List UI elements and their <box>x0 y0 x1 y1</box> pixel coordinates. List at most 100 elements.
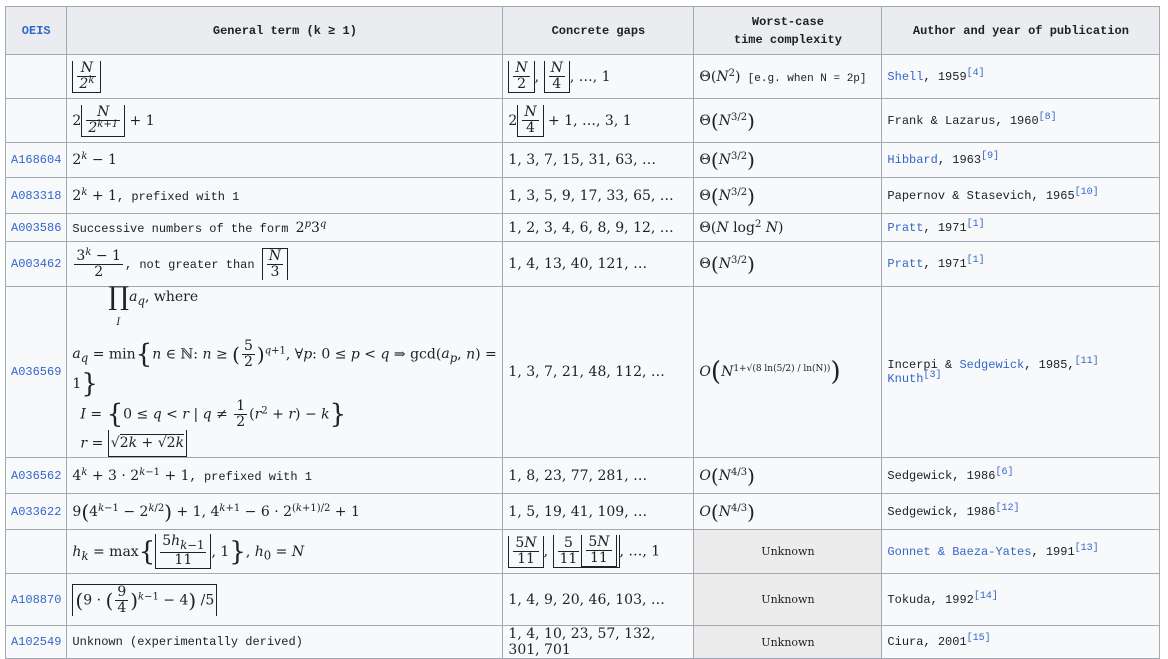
citation-link[interactable]: [13] <box>1075 543 1099 554</box>
header-row: OEIS General term (k ≥ 1) Concrete gaps … <box>4 6 1161 55</box>
gaps-cell: 1, 4, 9, 20, 46, 103, … <box>502 573 695 627</box>
year: , 1991 <box>1031 544 1075 559</box>
citation-link[interactable]: [14] <box>974 591 998 602</box>
header-oeis: OEIS <box>4 6 68 55</box>
citation-link[interactable]: [10] <box>1075 187 1099 198</box>
author-link[interactable]: Pratt <box>887 257 923 271</box>
citation-link[interactable]: [9] <box>981 151 999 162</box>
oeis-cell: A003586 <box>4 213 68 242</box>
general-term-cell: ∏aq, where I aq = min{n ∈ ℕ: n ≥ (5 2)q+1… <box>66 284 504 459</box>
shellsort-gap-sequences-table: OEIS General term (k ≥ 1) Concrete gaps … <box>4 6 1161 659</box>
gaps-cell: 1, 3, 5, 9, 17, 33, 65, … <box>502 177 695 214</box>
complexity-cell: O(N4/3) <box>693 457 883 495</box>
header-author: Author and year of publication <box>881 6 1161 55</box>
year: , 1971 <box>923 220 967 235</box>
author-link[interactable]: Knuth <box>887 372 923 386</box>
table-row: hk = max{5hk−1 11, 1}, h0 = N 5N 11, 5 11 5N… <box>4 529 1161 575</box>
oeis-link[interactable]: A003586 <box>11 221 61 235</box>
complexity-cell: Unknown <box>693 529 883 575</box>
citation-link[interactable]: [15] <box>967 633 991 644</box>
table-row: A083318 2k + 1, prefixed with 1 1, 3, 5,… <box>4 177 1161 214</box>
year: , 1959 <box>923 69 967 84</box>
general-term-cell: 2k − 1 <box>66 142 504 178</box>
author-link[interactable]: Gonnet & Baeza-Yates <box>887 545 1031 559</box>
oeis-link[interactable]: A168604 <box>11 153 61 167</box>
complexity-cell: Θ(N log2 N) <box>693 213 883 242</box>
citation-link[interactable]: [3] <box>923 370 941 381</box>
term-text: Successive numbers of the form <box>72 221 296 236</box>
author-cell: Hibbard, 1963[9] <box>881 142 1161 178</box>
author-cell: Sedgewick, 1986[12] <box>881 493 1161 531</box>
oeis-cell: A036562 <box>4 457 68 495</box>
author-cell: Tokuda, 1992[14] <box>881 573 1161 627</box>
citation-link[interactable]: [4] <box>967 68 985 79</box>
author-link[interactable]: Shell <box>887 70 923 84</box>
gaps-cell: 1, 8, 23, 77, 281, … <box>502 457 695 495</box>
oeis-link[interactable]: A108870 <box>11 593 61 607</box>
author-cell: Incerpi & Sedgewick, 1985,[11] Knuth[3] <box>881 285 1161 459</box>
complexity-note: [e.g. when N = 2p] <box>747 72 867 85</box>
table-row: A102549 Unknown (experimentally derived)… <box>4 625 1161 659</box>
author-name: Sedgewick <box>887 468 953 483</box>
complexity-cell: Θ(N2) [e.g. when N = 2p] <box>693 54 883 99</box>
oeis-link[interactable]: A036562 <box>11 469 61 483</box>
header-concrete-gaps: Concrete gaps <box>502 6 695 55</box>
gaps-cell: 1, 2, 3, 4, 6, 8, 9, 12, … <box>502 213 695 242</box>
oeis-link[interactable]: A033622 <box>11 505 61 519</box>
general-term-cell: (9 · (9 4)k−1 − 4) /5 <box>66 573 504 627</box>
oeis-cell: A168604 <box>4 142 68 178</box>
gaps-cell: 1, 4, 10, 23, 57, 132, 301, 701 <box>502 625 695 659</box>
author-name: Tokuda <box>887 592 931 607</box>
citation-link[interactable]: [6] <box>995 467 1013 478</box>
gaps-cell: 1, 4, 13, 40, 121, … <box>502 241 695 287</box>
general-term-cell: Unknown (experimentally derived) <box>66 625 504 659</box>
term-suffix: , prefixed with 1 <box>116 189 240 204</box>
year: , 1986 <box>952 468 996 483</box>
term-text: , not greater than <box>124 258 255 272</box>
oeis-link[interactable]: A102549 <box>11 635 61 649</box>
complexity-cell: O(N4/3) <box>693 493 883 531</box>
oeis-cell <box>4 529 68 575</box>
header-complexity-line2: time complexity <box>733 32 842 47</box>
complexity-cell: Unknown <box>693 573 883 627</box>
complexity-cell: Θ(N3/2) <box>693 177 883 214</box>
gaps-cell: 5N 11, 5 11 5N 11, …, 1 <box>502 529 695 575</box>
author-cell: Shell, 1959[4] <box>881 54 1161 99</box>
general-term-cell: 2k + 1, prefixed with 1 <box>66 177 504 214</box>
author-name: Ciura <box>887 635 924 650</box>
gaps-cell: 2N4 + 1, …, 3, 1 <box>502 98 695 143</box>
oeis-link[interactable]: A003462 <box>11 257 61 271</box>
header-complexity: Worst-case time complexity <box>693 6 883 55</box>
general-term-cell: N 2k <box>66 54 504 99</box>
oeis-header-link[interactable]: OEIS <box>22 24 51 38</box>
oeis-link[interactable]: A036569 <box>11 365 61 379</box>
oeis-cell: A036569 <box>4 285 68 459</box>
gaps-cell: 1, 3, 7, 15, 31, 63, … <box>502 142 695 178</box>
general-term-cell: 9(4k−1 − 2k/2) + 1, 4k+1 − 6 · 2(k+1)/2 … <box>66 493 504 531</box>
author-name: Frank & Lazarus <box>887 113 996 128</box>
citation-link[interactable]: [12] <box>995 503 1019 514</box>
header-general-term: General term (k ≥ 1) <box>66 6 504 55</box>
table-row: A033622 9(4k−1 − 2k/2) + 1, 4k+1 − 6 · 2… <box>4 493 1161 531</box>
author-link[interactable]: Pratt <box>887 221 923 235</box>
table-row: A036562 4k + 3 · 2k−1 + 1, prefixed with… <box>4 457 1161 495</box>
author-name: Sedgewick <box>887 504 953 519</box>
gaps-cell: 1, 5, 19, 41, 109, … <box>502 493 695 531</box>
year: , 1965 <box>1031 188 1075 203</box>
general-term-cell: 4k + 3 · 2k−1 + 1, prefixed with 1 <box>66 457 504 495</box>
complexity-cell: Θ(N3/2) <box>693 241 883 287</box>
oeis-cell <box>4 98 68 143</box>
citation-link[interactable]: [1] <box>967 219 985 230</box>
oeis-cell <box>4 54 68 99</box>
author-link[interactable]: Hibbard <box>887 153 937 167</box>
header-complexity-line1: Worst-case <box>751 14 824 29</box>
citation-link[interactable]: [11] <box>1075 356 1099 367</box>
author-cell: Sedgewick, 1986[6] <box>881 457 1161 495</box>
complexity-cell: O(N1+√(8 ln(5/2) / ln(N))) <box>693 285 883 459</box>
citation-link[interactable]: [8] <box>1039 112 1057 123</box>
citation-link[interactable]: [1] <box>967 255 985 266</box>
oeis-link[interactable]: A083318 <box>11 189 61 203</box>
oeis-cell: A108870 <box>4 573 68 627</box>
table-row: N 2k N2, N4, …, 1 Θ(N2) [e.g. when N = 2p… <box>4 54 1161 99</box>
author-link[interactable]: Sedgewick <box>959 358 1024 372</box>
